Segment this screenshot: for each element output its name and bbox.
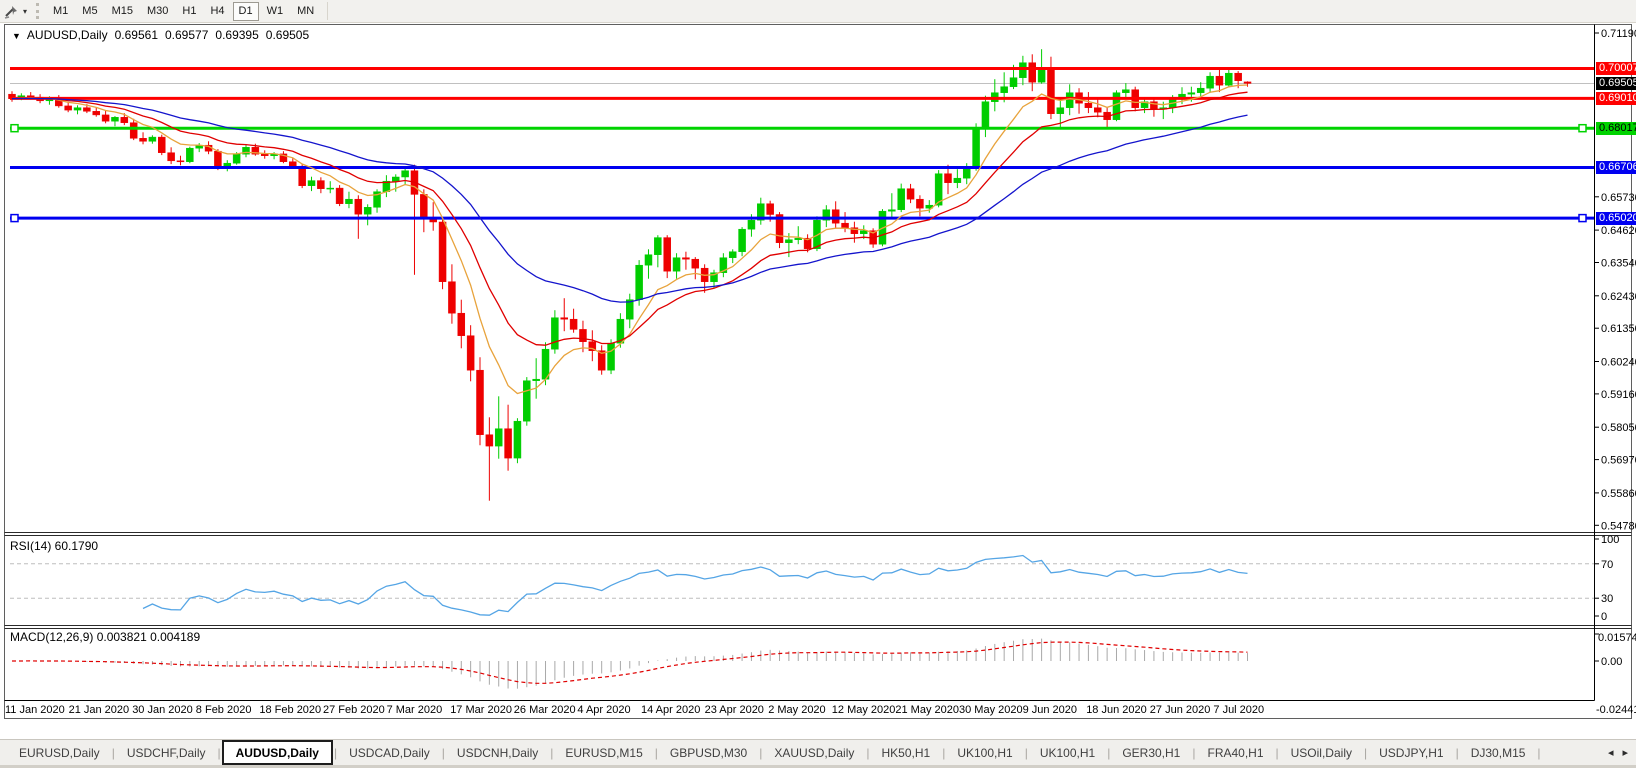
date-label: 7 Jul 2020	[1213, 704, 1264, 716]
date-label: 23 Apr 2020	[705, 704, 764, 716]
date-label: 26 Mar 2020	[514, 704, 576, 716]
date-label: 9 Jun 2020	[1023, 704, 1077, 716]
date-label: 11 Jan 2020	[5, 704, 65, 716]
chart-menu-triangle-icon[interactable]: ▼	[12, 31, 21, 41]
date-label: 27 Jun 2020	[1150, 704, 1211, 716]
price-axis-tick: 0.59160	[1601, 389, 1636, 401]
ohlc-close: 0.69505	[266, 28, 309, 42]
price-badge-0.69505: 0.69505	[1596, 77, 1636, 90]
mt4-window: ▾ M1M5M15M30H1H4D1W1MN 0.711900.657300.6…	[0, 0, 1636, 768]
price-axis-tick: 0.64620	[1601, 225, 1636, 237]
chart-symbol: AUDUSD,Daily	[27, 28, 108, 42]
price-badge-0.68017: 0.68017	[1596, 122, 1636, 135]
date-label: 30 Jan 2020	[132, 704, 193, 716]
macd-axis-top: 0.015741	[1598, 632, 1636, 644]
date-label: 27 Feb 2020	[323, 704, 385, 716]
date-label: 14 Apr 2020	[641, 704, 700, 716]
ohlc-high: 0.69577	[165, 28, 208, 42]
date-label: 4 Apr 2020	[577, 704, 630, 716]
date-label: 2 May 2020	[768, 704, 825, 716]
date-label: 7 Mar 2020	[387, 704, 443, 716]
price-badge-0.69010: 0.69010	[1596, 92, 1636, 105]
rsi-axis-tick: 100	[1601, 534, 1619, 546]
rsi-axis-tick: 70	[1601, 559, 1613, 571]
price-axis-tick: 0.62430	[1601, 291, 1636, 303]
price-axis-tick: 0.55860	[1601, 488, 1636, 500]
price-axis-tick: 0.61350	[1601, 323, 1636, 335]
date-label: 30 May 2020	[959, 704, 1023, 716]
price-badge-0.70007: 0.70007	[1596, 62, 1636, 75]
price-chart[interactable]: 0.71190 0.65730 0.64620 0.63540 0.62430 0.613…	[0, 0, 1636, 768]
date-label: 21 Jan 2020	[69, 704, 130, 716]
rsi-axis-tick: 30	[1601, 593, 1613, 605]
rsi-label: RSI(14) 60.1790	[10, 539, 98, 553]
price-axis-tick: 0.58050	[1601, 422, 1636, 434]
date-label: 18 Feb 2020	[259, 704, 321, 716]
date-label: 18 Jun 2020	[1086, 704, 1147, 716]
price-axis-tick: 0.71190	[1601, 28, 1636, 40]
date-label: 12 May 2020	[832, 704, 896, 716]
hline-handle[interactable]	[11, 125, 18, 132]
price-axis-tick: 0.63540	[1601, 258, 1636, 270]
date-label: 17 Mar 2020	[450, 704, 512, 716]
date-label: 8 Feb 2020	[196, 704, 252, 716]
price-badge-0.65020: 0.65020	[1596, 212, 1636, 225]
macd-axis-zero: 0.00	[1601, 656, 1622, 668]
ohlc-low: 0.69395	[215, 28, 258, 42]
chart-title: ▼ AUDUSD,Daily 0.69561 0.69577 0.69395 0.6950…	[12, 28, 309, 42]
price-axis-tick: 0.60240	[1601, 357, 1636, 369]
ohlc-open: 0.69561	[115, 28, 158, 42]
macd-axis-bottom: -0.02441	[1596, 704, 1636, 716]
date-label: 21 May 2020	[895, 704, 959, 716]
price-axis-tick: 0.65730	[1601, 192, 1636, 204]
hline-handle[interactable]	[1579, 215, 1586, 222]
hline-handle[interactable]	[1579, 125, 1586, 132]
rsi-axis-tick: 0	[1601, 611, 1607, 623]
price-axis-tick: 0.56970	[1601, 455, 1636, 467]
price-badge-0.66706: 0.66706	[1596, 161, 1636, 174]
macd-label: MACD(12,26,9) 0.003821 0.004189	[10, 630, 200, 644]
price-axis-tick: 0.54780	[1601, 520, 1636, 532]
hline-handle[interactable]	[11, 215, 18, 222]
